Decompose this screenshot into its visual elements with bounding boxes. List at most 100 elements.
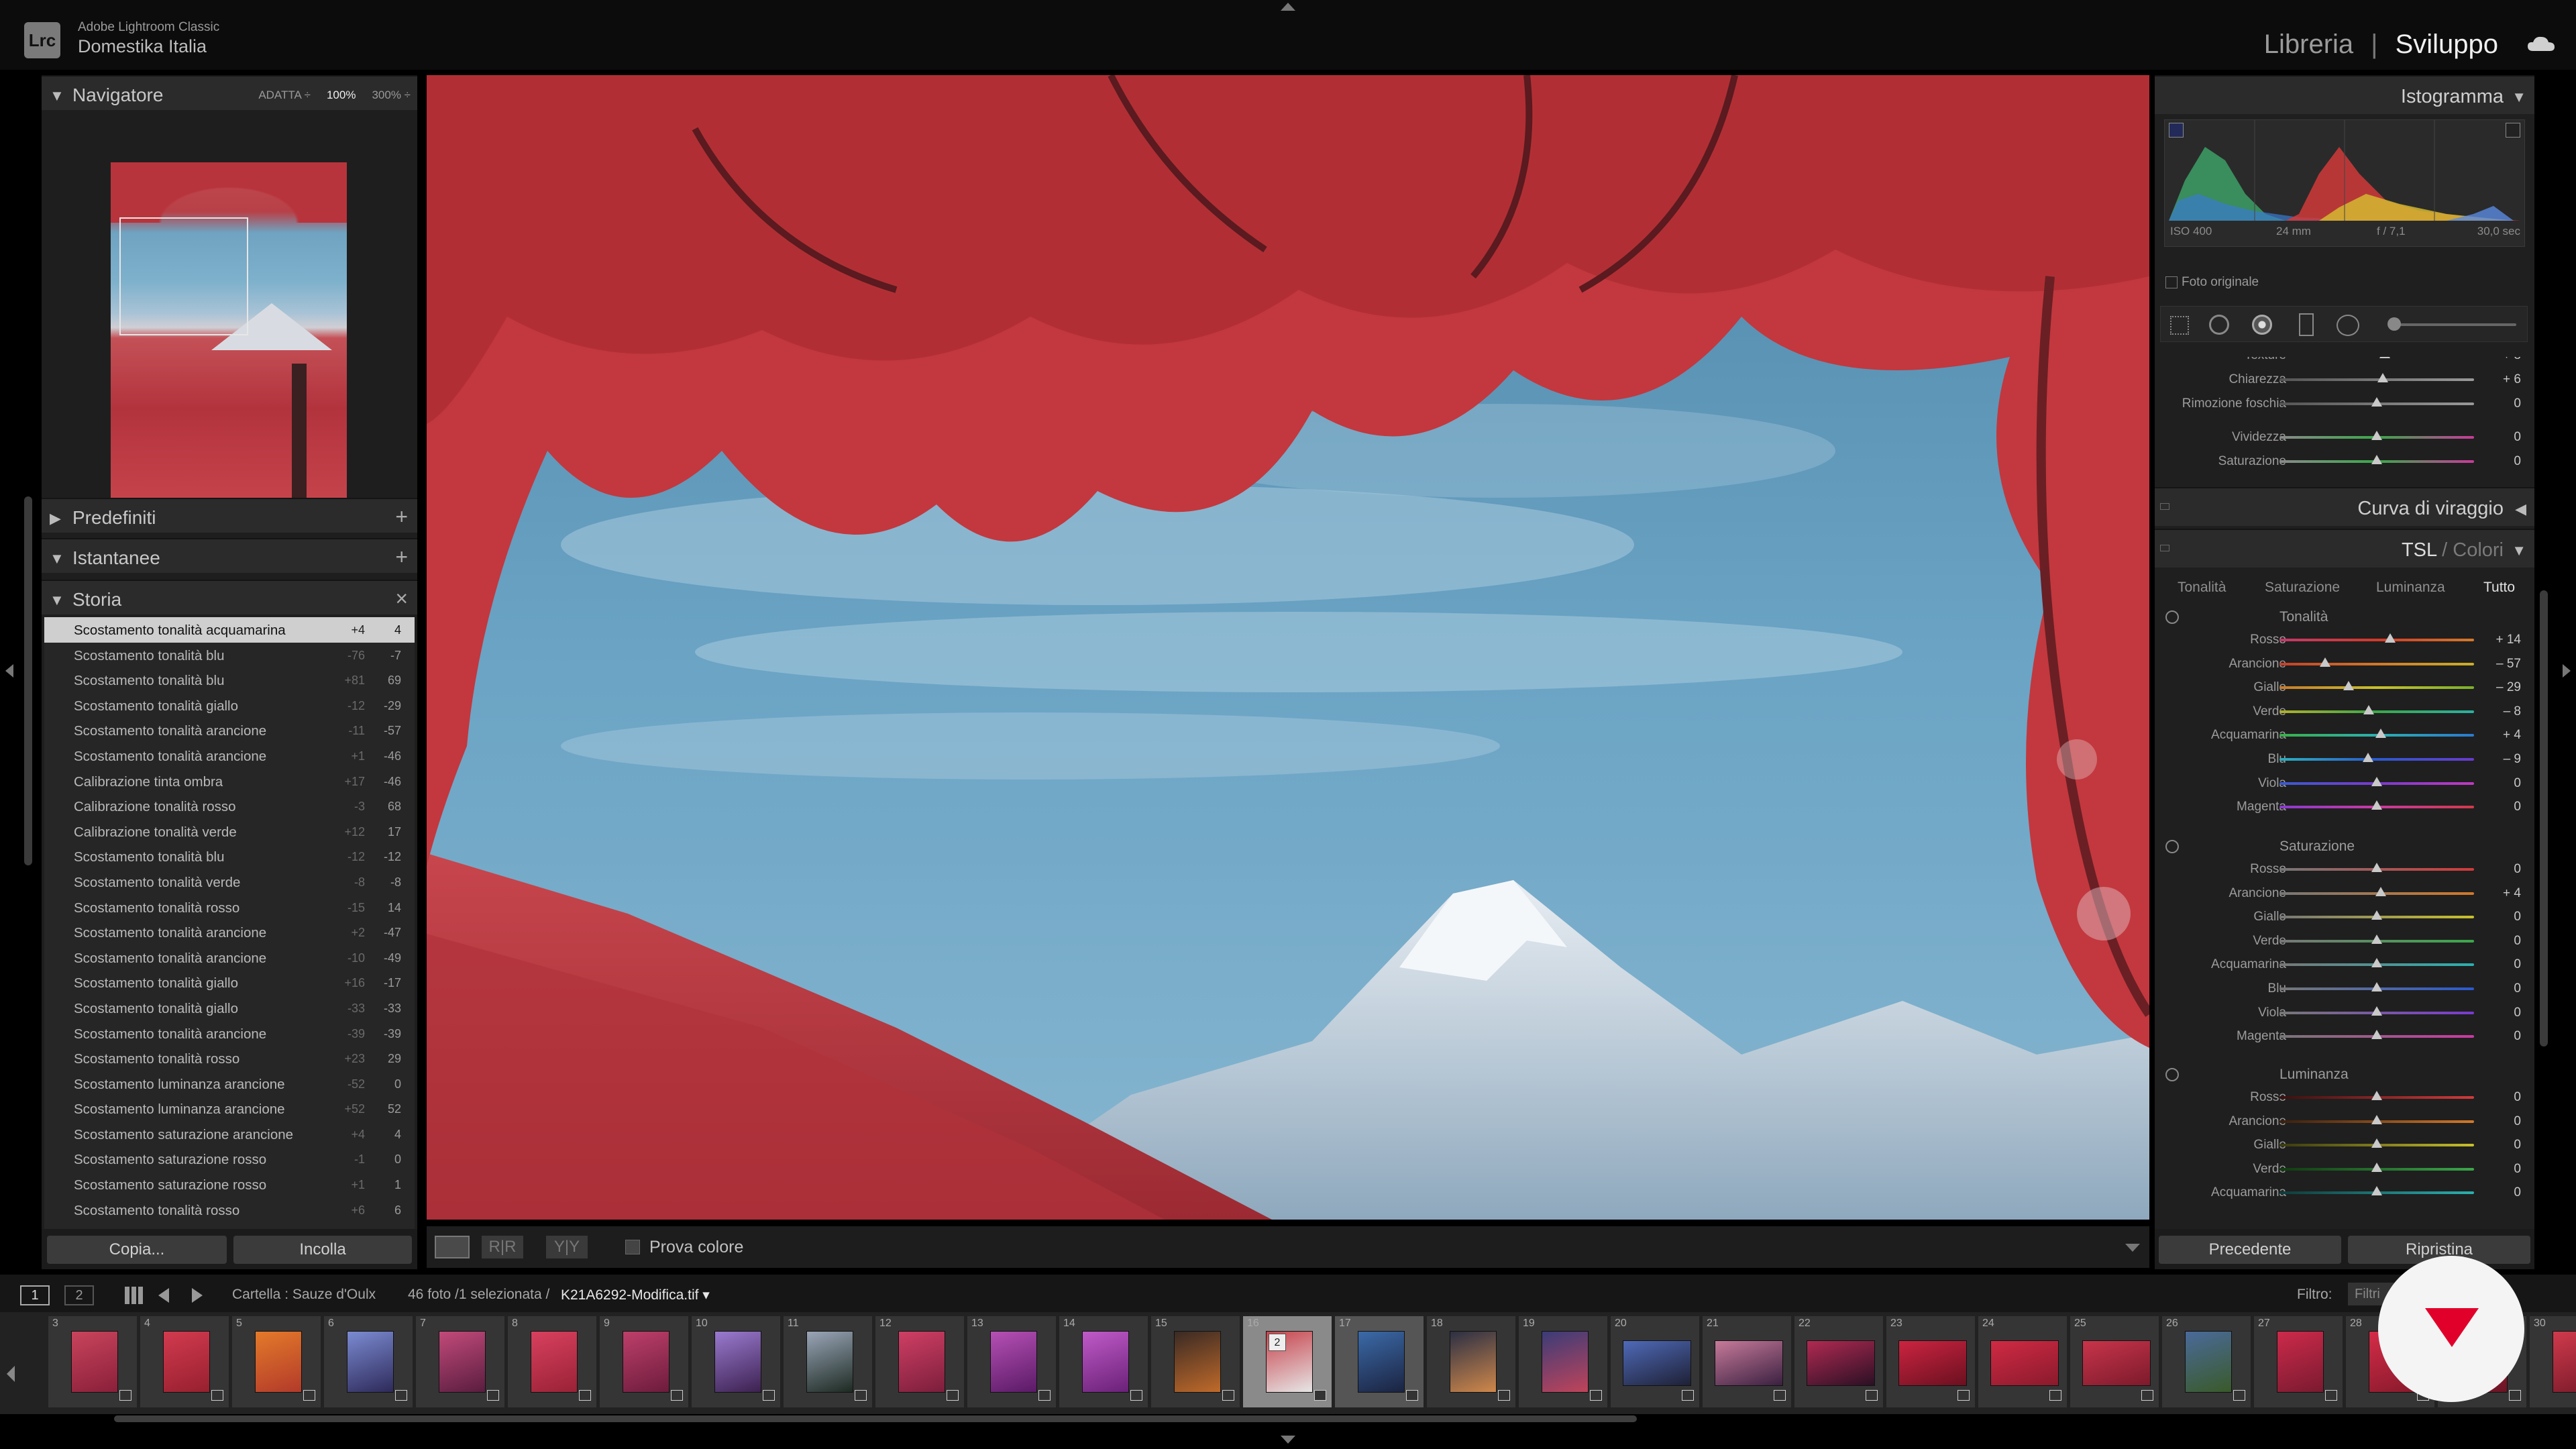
add-snapshot-icon[interactable]: + [395,545,408,570]
history-row[interactable]: Calibrazione tonalità verde +12 17 [44,819,415,845]
page-2-button[interactable]: 2 [64,1285,94,1305]
right-panel-toggle-icon[interactable] [2563,664,2571,678]
tab-tonalita[interactable]: Tonalità [2178,580,2226,596]
slider-track[interactable] [2279,662,2474,665]
history-row[interactable]: Scostamento tonalità rosso +23 29 [44,1046,415,1071]
slider-magenta[interactable]: Magenta 0 [2155,1024,2534,1049]
slider-giallo[interactable]: Giallo – 29 [2155,676,2534,700]
slider-knob[interactable] [2371,776,2382,786]
slider-verde[interactable]: Verde – 8 [2155,700,2534,724]
history-row[interactable]: Scostamento luminanza arancione -52 0 [44,1071,415,1097]
filmstrip-frame[interactable]: 26 [2162,1316,2251,1407]
current-filename[interactable]: K21A6292-Modifica.tif ▾ [561,1287,710,1303]
radial-filter-icon[interactable] [2337,315,2359,336]
bottom-panel-toggle-icon[interactable] [1281,1436,1295,1444]
history-row[interactable]: Scostamento tonalità arancione -39 -39 [44,1021,415,1046]
history-row[interactable]: Scostamento saturazione rosso -1 0 [44,1146,415,1172]
original-photo-checkbox[interactable] [2165,276,2178,288]
main-image-view[interactable] [427,75,2149,1220]
navigator-header[interactable]: ▼ Navigatore ADATTA ÷ 100% 300% ÷ [42,75,417,110]
slider-knob[interactable] [2371,431,2382,440]
slider-knob[interactable] [2371,455,2382,464]
slider-value[interactable]: 0 [2514,454,2521,469]
history-row[interactable]: Calibrazione tonalità rosso -3 68 [44,794,415,819]
filmstrip-frame[interactable]: 12 [875,1316,964,1407]
slider-value[interactable]: 0 [2514,862,2521,877]
slider-knob[interactable] [2375,886,2386,896]
zoom-300[interactable]: 300% ÷ [372,89,411,102]
left-panel-toggle-icon[interactable] [5,664,13,678]
slider-verde[interactable]: Verde 0 [2155,929,2534,953]
filmstrip-frame[interactable]: 4 [140,1316,229,1407]
slider-value[interactable]: – 8 [2504,704,2521,719]
filmstrip-frame[interactable]: 25 [2070,1316,2159,1407]
slider-arancione[interactable]: Arancione + 4 [2155,881,2534,906]
slider-value[interactable]: 0 [2514,910,2521,924]
slider-rosso[interactable]: Rosso 0 [2155,857,2534,881]
zoom-fit[interactable]: ADATTA ÷ [258,89,311,102]
adjustment-brush-slider[interactable] [2389,323,2516,326]
adjustment-brush-icon[interactable] [2387,317,2401,331]
filmstrip-frame[interactable]: 15 [1151,1316,1240,1407]
slider-viola[interactable]: Viola 0 [2155,1001,2534,1025]
add-preset-icon[interactable]: + [395,504,408,529]
filmstrip-frame[interactable]: 11 [784,1316,872,1407]
slider-value[interactable]: 0 [2514,957,2521,972]
slider-value[interactable]: 0 [2514,1090,2521,1105]
slider-track[interactable] [2279,710,2474,713]
slider-value[interactable]: – 57 [2496,657,2521,672]
toolbar-menu-icon[interactable] [2125,1244,2140,1252]
slider-value[interactable]: 0 [2514,1138,2521,1152]
history-row[interactable]: Scostamento tonalità arancione +1 -46 [44,743,415,769]
forward-arrow-icon[interactable] [192,1288,203,1303]
tone-curve-header[interactable]: Curva di viraggio ◀ [2155,487,2534,526]
filmstrip-frame[interactable]: 13 [967,1316,1056,1407]
slider-blu[interactable]: Blu 0 [2155,977,2534,1001]
slider-knob[interactable] [2320,657,2331,667]
highlight-clipping-icon[interactable] [2506,123,2520,138]
slider-saturazione[interactable]: Saturazione 0 [2155,449,2534,474]
slider-texture[interactable]: Texture + 8 [2155,357,2534,368]
history-row[interactable]: Scostamento tonalità blu +81 69 [44,667,415,693]
slider-acquamarina[interactable]: Acquamarina 0 [2155,1181,2534,1205]
slider-value[interactable]: + 8 [2503,357,2521,363]
slider-value[interactable]: + 4 [2503,886,2521,901]
istantanee-header[interactable]: ▼ Istantanee + [42,538,417,573]
slider-value[interactable]: 0 [2514,430,2521,445]
slider-rosso[interactable]: Rosso 0 [2155,1085,2534,1110]
back-arrow-icon[interactable] [158,1288,169,1303]
filmstrip-frame[interactable]: 6 [324,1316,413,1407]
slider-verde[interactable]: Verde 0 [2155,1157,2534,1181]
slider-rimozione-foschia[interactable]: Rimozione foschia 0 [2155,392,2534,416]
slider-value[interactable]: + 6 [2503,372,2521,387]
slider-value[interactable]: 0 [2514,1162,2521,1177]
slider-value[interactable]: – 9 [2504,752,2521,767]
page-1-button[interactable]: 1 [20,1285,50,1305]
history-row[interactable]: Scostamento tonalità rosso -15 14 [44,895,415,920]
slider-knob[interactable] [2363,704,2375,714]
slider-value[interactable]: – 29 [2496,680,2521,695]
history-row[interactable]: Scostamento tonalità verde -8 -8 [44,869,415,895]
slider-value[interactable]: 0 [2514,800,2521,814]
history-row[interactable]: Scostamento tonalità giallo -12 -29 [44,693,415,718]
navigator-thumbnail[interactable] [111,162,347,514]
history-row[interactable]: Scostamento tonalità arancione -11 -57 [44,718,415,743]
slider-knob[interactable] [2375,729,2386,739]
history-row[interactable]: Scostamento tonalità giallo -33 -33 [44,996,415,1021]
filmstrip-frame[interactable]: 21 [1703,1316,1791,1407]
history-row[interactable]: Scostamento tonalità blu -76 -7 [44,643,415,668]
slider-value[interactable]: 0 [2514,396,2521,411]
slider-arancione[interactable]: Arancione – 57 [2155,652,2534,676]
filmstrip-frame[interactable]: 14 [1059,1316,1148,1407]
filmstrip-frame[interactable]: 24 [1978,1316,2067,1407]
slider-knob[interactable] [2371,1114,2382,1124]
tab-luminanza[interactable]: Luminanza [2376,580,2445,596]
previous-button[interactable]: Precedente [2159,1236,2341,1264]
color-mode-title[interactable]: / Colori [2442,539,2504,561]
module-libreria[interactable]: Libreria [2264,30,2353,60]
history-row[interactable]: Scostamento tonalità arancione +2 -47 [44,920,415,945]
filmstrip-frame[interactable]: 16 2 [1243,1316,1332,1407]
filmstrip-frame[interactable]: 7 [416,1316,504,1407]
slider-knob[interactable] [2371,910,2382,920]
slider-knob[interactable] [2371,1006,2382,1016]
